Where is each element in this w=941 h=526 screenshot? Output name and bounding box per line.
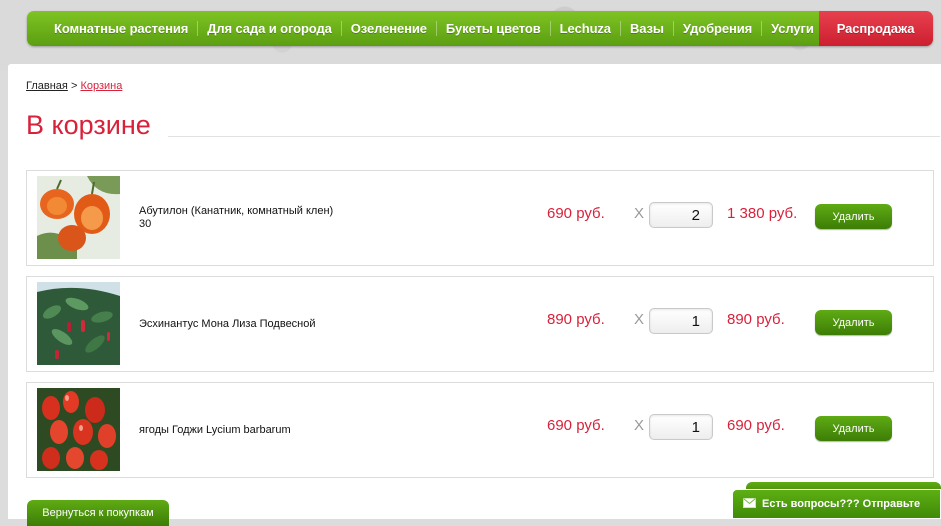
nav-item-fertilizers[interactable]: Удобрения bbox=[672, 21, 761, 36]
nav-item-garden[interactable]: Для сада и огорода bbox=[197, 21, 341, 36]
nav-item-houseplants[interactable]: Комнатные растения bbox=[45, 21, 197, 36]
chat-label: Есть вопросы??? Отправьте bbox=[762, 498, 921, 510]
main-nav: Комнатные растения Для сада и огорода Оз… bbox=[27, 11, 933, 46]
back-to-shopping-button[interactable]: Вернуться к покупкам bbox=[27, 500, 169, 526]
product-name[interactable]: Эсхинантус Мона Лиза Подвесной bbox=[139, 318, 519, 331]
nav-item-lechuza[interactable]: Lechuza bbox=[549, 21, 620, 36]
delete-button[interactable]: Удалить bbox=[815, 416, 892, 441]
cart-row: Эсхинантус Мона Лиза Подвесной 890 руб. … bbox=[26, 276, 934, 372]
multiply-sign: X bbox=[634, 311, 645, 328]
multiply-sign: X bbox=[634, 417, 645, 434]
nav-item-sale[interactable]: Распродажа bbox=[823, 21, 924, 36]
delete-button[interactable]: Удалить bbox=[815, 310, 892, 335]
breadcrumb: Главная > Корзина bbox=[26, 80, 122, 92]
quantity-input[interactable] bbox=[649, 202, 713, 228]
product-image-goji[interactable] bbox=[37, 388, 120, 471]
nav-item-bouquets[interactable]: Букеты цветов bbox=[435, 21, 550, 36]
content-panel: Главная > Корзина В корзине Абутилон (Ка… bbox=[8, 64, 941, 526]
chat-widget[interactable]: Есть вопросы??? Отправьте bbox=[732, 489, 941, 519]
product-note: 30 bbox=[139, 218, 152, 230]
breadcrumb-cart-link[interactable]: Корзина bbox=[80, 80, 122, 92]
mail-icon bbox=[743, 497, 756, 511]
nav-item-services[interactable]: Услуги bbox=[761, 21, 823, 36]
line-total: 890 руб. bbox=[727, 311, 785, 328]
nav-item-vases[interactable]: Вазы bbox=[619, 21, 673, 36]
cart-list: Абутилон (Канатник, комнатный клен) 30 6… bbox=[26, 170, 934, 488]
quantity-input[interactable] bbox=[649, 414, 713, 440]
quantity-input[interactable] bbox=[649, 308, 713, 334]
nav-item-landscaping[interactable]: Озеленение bbox=[340, 21, 436, 36]
product-info: ягоды Годжи Lycium barbarum bbox=[139, 383, 519, 477]
unit-price: 890 руб. bbox=[547, 311, 605, 328]
line-total: 690 руб. bbox=[727, 417, 785, 434]
unit-price: 690 руб. bbox=[547, 205, 605, 222]
product-info: Эсхинантус Мона Лиза Подвесной bbox=[139, 277, 519, 371]
line-total: 1 380 руб. bbox=[727, 205, 798, 222]
product-info: Абутилон (Канатник, комнатный клен) 30 bbox=[139, 171, 519, 265]
product-name[interactable]: Абутилон (Канатник, комнатный клен) bbox=[139, 205, 519, 218]
breadcrumb-separator: > bbox=[70, 80, 78, 92]
title-divider bbox=[168, 136, 940, 137]
cart-row: Абутилон (Канатник, комнатный клен) 30 6… bbox=[26, 170, 934, 266]
breadcrumb-home-link[interactable]: Главная bbox=[26, 80, 68, 92]
unit-price: 690 руб. bbox=[547, 417, 605, 434]
product-image-aeschynanthus[interactable] bbox=[37, 282, 120, 365]
page-title: В корзине bbox=[26, 110, 151, 140]
multiply-sign: X bbox=[634, 205, 645, 222]
product-image-abutilon[interactable] bbox=[37, 176, 120, 259]
delete-button[interactable]: Удалить bbox=[815, 204, 892, 229]
product-name[interactable]: ягоды Годжи Lycium barbarum bbox=[139, 424, 519, 437]
cart-row: ягоды Годжи Lycium barbarum 690 руб. X 6… bbox=[26, 382, 934, 478]
